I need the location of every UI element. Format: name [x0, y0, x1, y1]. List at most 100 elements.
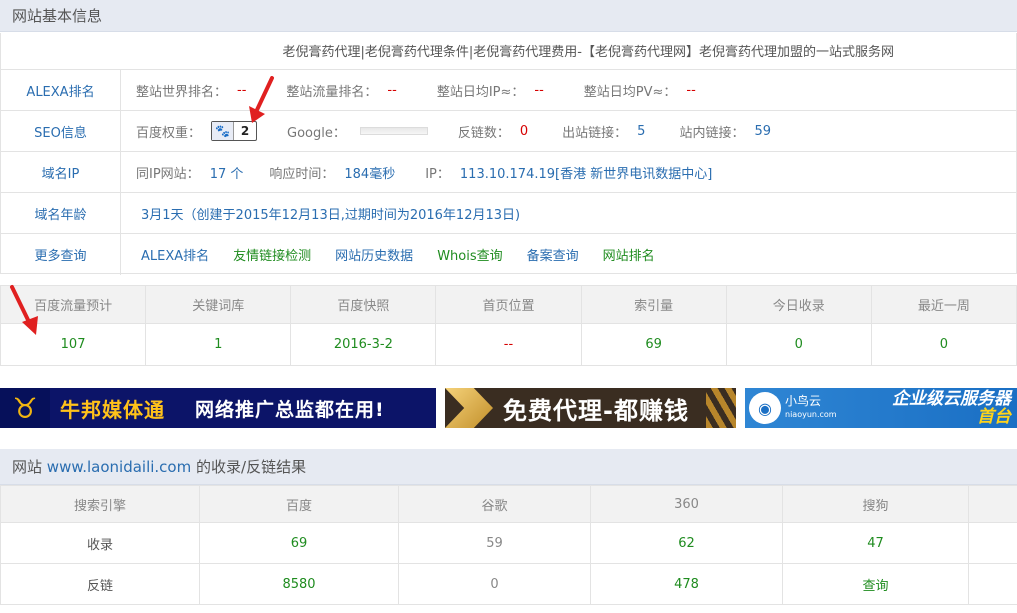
banner-niaoyun[interactable]: ◉ 小鸟云 niaoyun.com 企业级云服务器 首台 — [745, 388, 1017, 428]
banner-free-agent[interactable]: 免费代理-都赚钱 — [445, 388, 736, 428]
domain-age-label[interactable]: 域名年龄 — [1, 193, 121, 233]
world-rank-value: -- — [237, 82, 247, 98]
traffic-rank-value: -- — [387, 82, 397, 98]
niaoyun-tagline: 企业级云服务器 — [892, 389, 1011, 409]
niaoyun-logo-icon: ◉ — [749, 392, 781, 424]
results-col-header: 搜狗 — [782, 485, 969, 523]
stats-header: 索引量 — [580, 285, 727, 324]
ip-row: 域名IP 同IP网站： 17 个 响应时间： 184毫秒 IP： 113.10.… — [1, 152, 1016, 193]
stats-header-row: 百度流量预计 关键词库 百度快照 首页位置 索引量 今日收录 最近一周 — [0, 285, 1017, 324]
index-count-value[interactable]: 69 — [580, 323, 727, 366]
results-cell[interactable]: 478 — [590, 563, 783, 605]
more-query-row: 更多查询 ALEXA排名 友情链接检测 网站历史数据 Whois查询 备案查询 … — [1, 234, 1016, 275]
banner-niubang[interactable]: ♉ 牛邦媒体通 网络推广总监都在用! — [0, 388, 436, 428]
results-domain-link[interactable]: www.laonidaili.com — [47, 458, 191, 476]
baidu-weight-label: 百度权重： — [136, 125, 202, 141]
niaoyun-tagline-sub: 首台 — [977, 407, 1011, 427]
results-cell[interactable]: 8580 — [199, 563, 399, 605]
stats-value-row: 107 1 2016-3-2 -- 69 0 0 — [0, 323, 1017, 366]
results-col-header: 百度 — [199, 485, 399, 523]
backlinks-value: 0 — [519, 123, 529, 139]
baidu-snapshot-value[interactable]: 2016-3-2 — [290, 323, 437, 366]
daily-ip-label: 整站日均IP≈： — [436, 84, 525, 100]
google-label: Google： — [287, 125, 346, 141]
same-ip-label: 同IP网站： — [136, 166, 200, 182]
results-table: 搜索引擎 百度 谷歌 360 搜狗 收录 69 59 62 47 反链 8580… — [0, 485, 1017, 605]
baidu-weight-value: 2 — [240, 124, 250, 138]
alexa-row: ALEXA排名 整站世界排名： -- 整站流量排名： -- 整站日均IP≈： -… — [1, 70, 1016, 111]
results-row-label: 反链 — [0, 563, 200, 605]
response-label: 响应时间： — [269, 166, 335, 182]
stats-header: 百度快照 — [290, 285, 437, 324]
banner-slogan: 网络推广总监都在用! — [195, 398, 385, 421]
domain-age-value: 3月1天（创建于2015年12月13日,过期时间为2016年12月13日) — [141, 207, 521, 223]
ip-address-label: IP： — [425, 166, 450, 182]
backlinks-label: 反链数： — [457, 125, 510, 141]
homepage-position-value: -- — [435, 323, 582, 366]
results-header-prefix: 网站 — [12, 458, 43, 476]
results-cell: 59 — [398, 522, 591, 564]
bull-logo-icon: ♉ — [0, 388, 50, 428]
baidu-traffic-value: 107 — [0, 323, 147, 366]
basic-info-panel: 老倪膏药代理|老倪膏药代理条件|老倪膏药代理费用-【老倪膏药代理网】老倪膏药代理… — [0, 33, 1017, 275]
results-col-header — [968, 485, 1017, 523]
table-row: 反链 8580 0 478 查询 — [0, 563, 1017, 605]
more-link-history[interactable]: 网站历史数据 — [335, 245, 413, 264]
more-link-icp[interactable]: 备案查询 — [527, 245, 579, 264]
more-link-alexa[interactable]: ALEXA排名 — [141, 245, 209, 264]
daily-pv-label: 整站日均PV≈： — [583, 84, 677, 100]
table-row: 收录 69 59 62 47 — [0, 522, 1017, 564]
alexa-label[interactable]: ALEXA排名 — [1, 70, 121, 110]
results-row-label: 收录 — [0, 522, 200, 564]
results-header-suffix: 的收录/反链结果 — [196, 458, 307, 476]
more-query-label[interactable]: 更多查询 — [1, 234, 121, 275]
stats-header: 最近一周 — [870, 285, 1017, 324]
banner-ads: ♉ 牛邦媒体通 网络推广总监都在用! 免费代理-都赚钱 ◉ 小鸟云 niaoyu… — [0, 388, 1017, 428]
banner-free-agent-text: 免费代理-都赚钱 — [503, 396, 689, 425]
outlinks-label: 出站链接： — [562, 125, 628, 141]
outlinks-value: 5 — [637, 123, 646, 139]
last-week-value[interactable]: 0 — [870, 323, 1017, 366]
daily-ip-value: -- — [534, 82, 544, 98]
results-col-header: 谷歌 — [398, 485, 591, 523]
stats-table: 百度流量预计 关键词库 百度快照 首页位置 索引量 今日收录 最近一周 107 … — [0, 285, 1017, 366]
results-col-header: 360 — [590, 485, 783, 523]
stats-header: 首页位置 — [435, 285, 582, 324]
inlinks-label: 站内链接： — [679, 125, 745, 141]
niaoyun-name: 小鸟云 — [785, 394, 822, 408]
stats-header: 关键词库 — [145, 285, 292, 324]
site-title: 老倪膏药代理|老倪膏药代理条件|老倪膏药代理费用-【老倪膏药代理网】老倪膏药代理… — [1, 33, 1016, 70]
ip-address-value[interactable]: 113.10.174.19[香港 新世界电讯数据中心] — [460, 163, 712, 182]
more-link-site-rank[interactable]: 网站排名 — [603, 245, 655, 264]
ip-label-cell[interactable]: 域名IP — [1, 152, 121, 192]
chevron-logo-icon — [445, 388, 493, 428]
results-cell[interactable]: 查询 — [782, 563, 969, 605]
traffic-rank-label: 整站流量排名： — [286, 84, 378, 100]
results-col-header: 搜索引擎 — [0, 485, 200, 523]
results-cell[interactable]: 47 — [782, 522, 969, 564]
baidu-weight-badge[interactable]: 🐾 2 — [211, 121, 258, 141]
results-cell[interactable]: 69 — [199, 522, 399, 564]
results-header-row: 搜索引擎 百度 谷歌 360 搜狗 — [0, 485, 1017, 523]
results-cell — [968, 563, 1017, 605]
inlinks-value: 59 — [754, 123, 772, 139]
response-value: 184毫秒 — [344, 166, 396, 182]
seo-label[interactable]: SEO信息 — [1, 111, 121, 151]
results-cell: 0 — [398, 563, 591, 605]
world-rank-label: 整站世界排名： — [136, 84, 228, 100]
domain-age-row: 域名年龄 3月1天（创建于2015年12月13日,过期时间为2016年12月13… — [1, 193, 1016, 234]
google-pr-bar — [359, 127, 428, 135]
more-link-friend-check[interactable]: 友情链接检测 — [233, 245, 311, 264]
basic-info-header: 网站基本信息 — [0, 0, 1017, 32]
baidu-paw-icon: 🐾 — [212, 122, 235, 140]
same-ip-value[interactable]: 17 个 — [210, 163, 244, 182]
more-link-whois[interactable]: Whois查询 — [437, 245, 502, 264]
niaoyun-domain: niaoyun.com — [785, 410, 837, 419]
daily-pv-value: -- — [686, 82, 696, 98]
today-indexed-value[interactable]: 0 — [725, 323, 872, 366]
results-cell[interactable]: 62 — [590, 522, 783, 564]
seo-row: SEO信息 百度权重： 🐾 2 Google： 反链数： 0 出站链接： 5 站… — [1, 111, 1016, 152]
keyword-count-value[interactable]: 1 — [145, 323, 292, 366]
stripe-decoration — [706, 388, 736, 428]
stats-header: 今日收录 — [725, 285, 872, 324]
